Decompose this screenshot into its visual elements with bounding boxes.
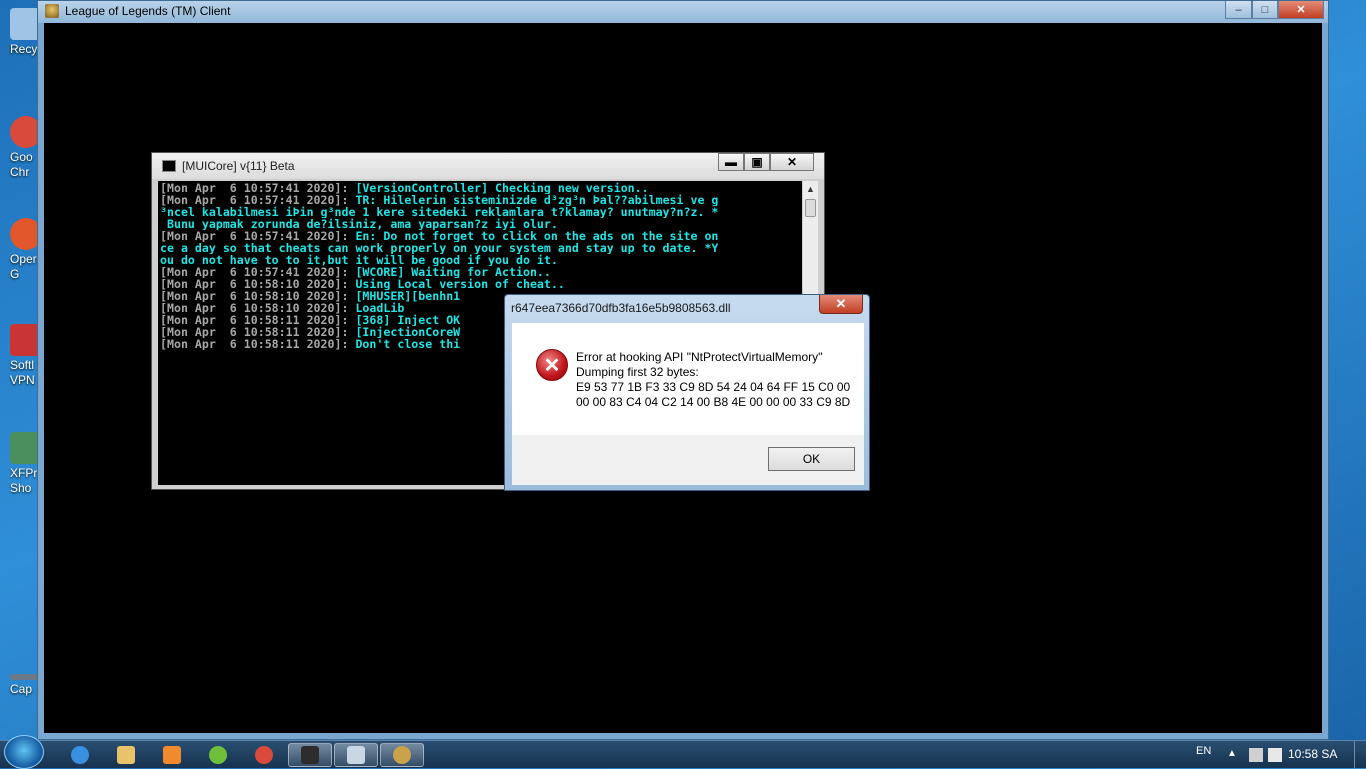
console-line: [Mon Apr 6 10:57:41 2020]: [VersionContr… (160, 182, 800, 194)
log-message: LoadLib (355, 302, 405, 314)
chrome-taskbar-icon (255, 746, 273, 764)
console-line: ou do not have to to it,but it will be g… (160, 254, 800, 266)
console-titlebar[interactable]: [MUICore] v{11} Beta ▬ ▣ ✕ (152, 153, 824, 179)
log-message: TR: Hilelerin sisteminizde d³zg³n Þal??a… (355, 194, 719, 206)
dialog-content: ✕ Error at hooking API "NtProtectVirtual… (512, 323, 864, 435)
log-message: [WCORE] Waiting for Action.. (355, 266, 551, 278)
media-player-taskbar-icon (163, 746, 181, 764)
taskbar-item-media-player[interactable] (150, 743, 194, 767)
taskbar: EN ▲ 10:58 SA (0, 735, 1366, 769)
window-taskbar-icon (347, 746, 365, 764)
league-taskbar-icon (393, 746, 411, 764)
error-message: Error at hooking API "NtProtectVirtualMe… (576, 350, 850, 410)
log-timestamp: [Mon Apr 6 10:58:11 2020]: (160, 338, 356, 350)
lol-close-button[interactable]: ✕ (1278, 1, 1324, 19)
lol-caption-buttons: ‒ □ ✕ (1225, 1, 1324, 19)
lol-minimize-button[interactable]: ‒ (1225, 1, 1252, 19)
ok-button[interactable]: OK (768, 447, 855, 471)
error-message-line: Dumping first 32 bytes: (576, 365, 699, 379)
ie-taskbar-icon (71, 746, 89, 764)
log-timestamp: [Mon Apr 6 10:57:41 2020]: (160, 230, 356, 242)
console-line: Bunu yapmak zorunda de?ilsiniz, ama yapa… (160, 218, 800, 230)
log-timestamp: [Mon Apr 6 10:58:10 2020]: (160, 290, 356, 302)
console-close-button[interactable]: ✕ (770, 153, 814, 171)
taskbar-item-league[interactable] (380, 743, 424, 767)
console-line: [Mon Apr 6 10:57:41 2020]: En: Do not fo… (160, 230, 800, 242)
log-timestamp: [Mon Apr 6 10:58:10 2020]: (160, 278, 356, 290)
log-message: Using Local version of cheat.. (355, 278, 565, 290)
console-line: ce a day so that cheats can work properl… (160, 242, 800, 254)
log-timestamp: [Mon Apr 6 10:57:41 2020]: (160, 266, 356, 278)
lol-titlebar[interactable]: League of Legends (TM) Client ‒ □ ✕ (38, 1, 1328, 23)
log-message: [InjectionCoreW (355, 326, 461, 338)
start-button[interactable] (4, 735, 44, 769)
error-message-line: 00 00 83 C4 04 C2 14 00 B8 4E 00 00 00 3… (576, 395, 851, 409)
log-message: Bunu yapmak zorunda de?ilsiniz, ama yapa… (160, 218, 558, 230)
dialog-close-button[interactable]: ✕ (819, 295, 863, 314)
taskbar-item-utorrent[interactable] (196, 743, 240, 767)
clock[interactable]: 10:58 SA (1288, 747, 1337, 761)
log-message: En: Do not forget to click on the ads on… (355, 230, 719, 242)
console-line: [Mon Apr 6 10:58:10 2020]: Using Local v… (160, 278, 800, 290)
show-desktop-button[interactable] (1354, 741, 1366, 769)
utorrent-taskbar-icon (209, 746, 227, 764)
log-timestamp: [Mon Apr 6 10:57:41 2020]: (160, 194, 356, 206)
lol-window-title: League of Legends (TM) Client (65, 4, 231, 18)
console-taskbar-icon (301, 746, 319, 764)
log-message: ce a day so that cheats can work properl… (160, 242, 719, 254)
scroll-thumb[interactable] (805, 199, 816, 217)
console-line: ³ncel kalabilmesi iÞin g³nde 1 kere site… (160, 206, 800, 218)
volume-icon[interactable] (1268, 748, 1282, 762)
error-dialog: r647eea7366d70dfb3fa16e5b9808563.dll ✕ ✕… (504, 294, 870, 491)
dialog-footer: OK (512, 435, 864, 485)
log-message: [VersionController] Checking new version… (355, 182, 649, 194)
dialog-title: r647eea7366d70dfb3fa16e5b9808563.dll (511, 301, 731, 315)
log-timestamp: [Mon Apr 6 10:58:11 2020]: (160, 326, 356, 338)
scroll-up-icon[interactable]: ▲ (803, 181, 818, 197)
console-maximize-button[interactable]: ▣ (744, 153, 770, 171)
lol-maximize-button[interactable]: □ (1252, 1, 1278, 19)
log-message: [MHUSER][benhn1 (355, 290, 461, 302)
console-caption-buttons: ▬ ▣ ✕ (718, 153, 814, 171)
league-app-icon (45, 4, 59, 18)
console-line: [Mon Apr 6 10:57:41 2020]: TR: Hilelerin… (160, 194, 800, 206)
log-timestamp: [Mon Apr 6 10:58:11 2020]: (160, 314, 356, 326)
language-indicator[interactable]: EN (1196, 745, 1211, 757)
taskbar-item-console[interactable] (288, 743, 332, 767)
log-timestamp: [Mon Apr 6 10:58:10 2020]: (160, 302, 356, 314)
error-message-line: E9 53 77 1B F3 33 C9 8D 54 24 04 64 FF 1… (576, 380, 851, 394)
console-window-title: [MUICore] v{11} Beta (182, 159, 295, 173)
console-app-icon (162, 160, 176, 172)
log-message: ou do not have to to it,but it will be g… (160, 254, 558, 266)
log-message: ³ncel kalabilmesi iÞin g³nde 1 kere site… (160, 206, 719, 218)
taskbar-item-window[interactable] (334, 743, 378, 767)
show-hidden-icons-icon[interactable]: ▲ (1227, 748, 1241, 762)
log-message: Don't close thi (355, 338, 461, 350)
network-icon[interactable] (1249, 748, 1263, 762)
taskbar-item-chrome[interactable] (242, 743, 286, 767)
explorer-taskbar-icon (117, 746, 135, 764)
console-minimize-button[interactable]: ▬ (718, 153, 744, 171)
taskbar-item-explorer[interactable] (104, 743, 148, 767)
error-message-line: Error at hooking API "NtProtectVirtualMe… (576, 350, 823, 364)
console-line: [Mon Apr 6 10:57:41 2020]: [WCORE] Waiti… (160, 266, 800, 278)
log-timestamp: [Mon Apr 6 10:57:41 2020]: (160, 182, 356, 194)
taskbar-item-ie[interactable] (58, 743, 102, 767)
log-message: [368] Inject OK (355, 314, 461, 326)
error-icon: ✕ (536, 349, 568, 381)
